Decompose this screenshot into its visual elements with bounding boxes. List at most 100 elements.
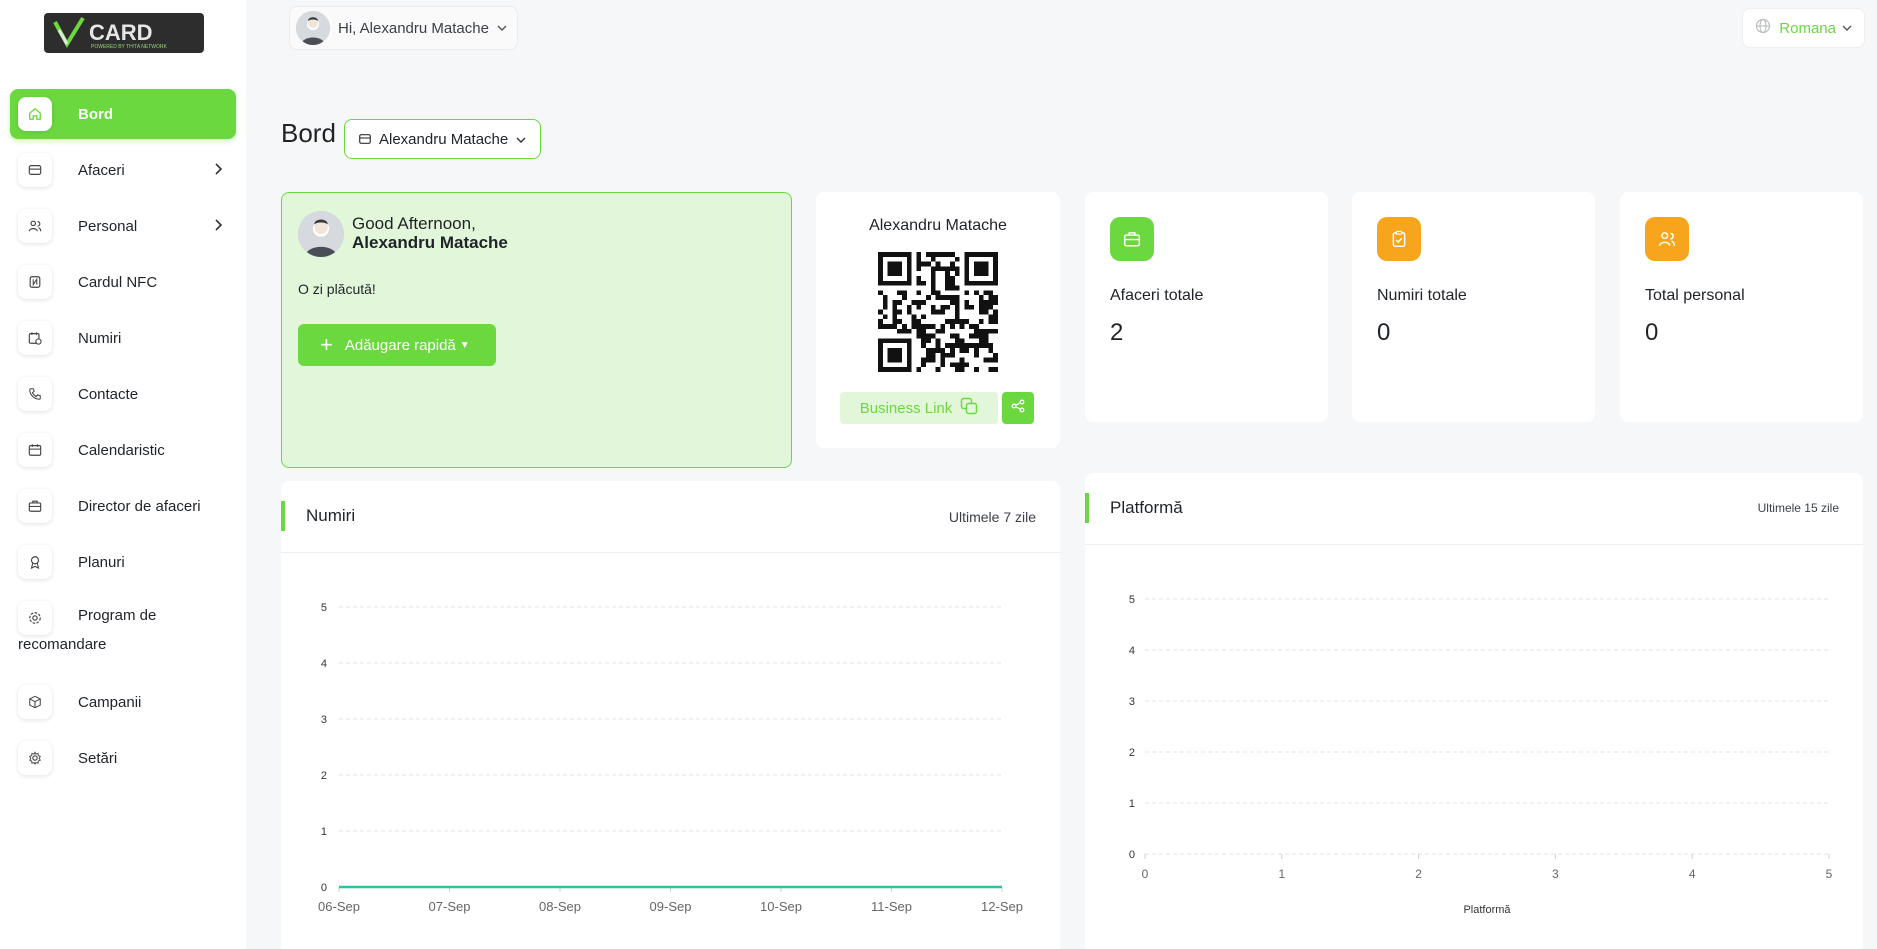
qr-module bbox=[930, 290, 936, 296]
qr-module bbox=[916, 367, 922, 372]
stat-card-total-businesses: Afaceri totale 2 bbox=[1085, 192, 1328, 422]
qr-module bbox=[993, 314, 998, 320]
brand-logo[interactable]: CARD POWERED BY TH!TA NETWORK bbox=[44, 13, 204, 53]
qr-module bbox=[916, 300, 922, 305]
qr-module bbox=[916, 256, 922, 262]
qr-module bbox=[954, 314, 960, 320]
qr-module bbox=[882, 295, 888, 300]
qr-module bbox=[926, 357, 931, 363]
qr-module bbox=[882, 300, 888, 305]
qr-module bbox=[930, 324, 936, 329]
qr-module bbox=[954, 333, 960, 339]
stat-card-total-staff: Total personal 0 bbox=[1620, 192, 1863, 422]
qr-module bbox=[959, 362, 965, 368]
y-tick-label: 3 bbox=[321, 714, 327, 726]
user-menu-button[interactable]: Hi, Alexandru Matache bbox=[289, 6, 518, 50]
qr-module bbox=[887, 324, 893, 329]
sidebar-item-referral-program[interactable]: Program de recomandare bbox=[10, 593, 236, 671]
sidebar-item-contacte[interactable]: Contacte bbox=[10, 369, 236, 419]
qr-module bbox=[954, 271, 960, 276]
qr-module bbox=[935, 252, 941, 257]
qr-module bbox=[926, 352, 931, 358]
qr-finder bbox=[974, 261, 989, 276]
logo-text: CARD bbox=[89, 20, 153, 45]
sidebar-item-setari[interactable]: Setări bbox=[10, 733, 236, 783]
language-label: Romana bbox=[1779, 19, 1836, 37]
x-tick-label: 12-Sep bbox=[981, 899, 1023, 914]
qr-module bbox=[988, 319, 994, 324]
sidebar-item-nfc-card[interactable]: Cardul NFC bbox=[10, 257, 236, 307]
qr-module bbox=[897, 309, 902, 315]
share-icon bbox=[1011, 399, 1025, 418]
stat-card-total-appointments: Numiri totale 0 bbox=[1352, 192, 1595, 422]
qr-module bbox=[930, 271, 936, 276]
qr-module bbox=[945, 304, 950, 310]
qr-module bbox=[916, 280, 922, 286]
business-link-button[interactable]: Business Link bbox=[840, 392, 998, 424]
qr-module bbox=[978, 328, 984, 334]
sidebar-item-campanii[interactable]: Campanii bbox=[10, 677, 236, 727]
qr-module bbox=[993, 309, 998, 315]
qr-module bbox=[974, 333, 979, 339]
qr-module bbox=[926, 261, 931, 267]
chevron-down-icon bbox=[497, 19, 507, 37]
qr-module bbox=[916, 319, 922, 324]
quick-add-button[interactable]: + Adăugare rapidă ▼ bbox=[298, 324, 496, 366]
qr-module bbox=[940, 252, 946, 257]
sidebar-item-label: Calendaristic bbox=[78, 441, 165, 459]
box-icon bbox=[18, 685, 52, 719]
qr-module bbox=[954, 304, 960, 310]
x-tick-label: 06-Sep bbox=[318, 899, 360, 914]
business-select-value: Alexandru Matache bbox=[379, 130, 509, 148]
x-tick-label: 4 bbox=[1689, 867, 1696, 881]
qr-module bbox=[993, 328, 998, 334]
appointments-chart-card: Numiri Ultimele 7 zile 0 1 2 3 4 5 06-Sep 07-Se… bbox=[281, 481, 1060, 949]
users-icon bbox=[1645, 217, 1689, 261]
qr-module bbox=[983, 328, 989, 334]
sidebar-item-label: Director de afaceri bbox=[78, 497, 201, 515]
qr-module bbox=[974, 367, 979, 372]
sidebar-item-business-directory[interactable]: Director de afaceri bbox=[10, 481, 236, 531]
sidebar-item-bord[interactable]: Bord bbox=[10, 89, 236, 139]
y-tick-label: 2 bbox=[321, 770, 327, 782]
qr-card: Alexandru Matache Business Link bbox=[816, 192, 1060, 448]
qr-module bbox=[892, 304, 898, 310]
sidebar-item-numiri[interactable]: Numiri bbox=[10, 313, 236, 363]
qr-module bbox=[892, 309, 898, 315]
y-tick-label: 5 bbox=[321, 602, 327, 614]
qr-module bbox=[921, 280, 926, 286]
qr-module bbox=[940, 357, 946, 363]
qr-module bbox=[945, 276, 950, 281]
qr-module bbox=[988, 295, 994, 300]
qr-module bbox=[930, 256, 936, 262]
qr-module bbox=[916, 304, 922, 310]
qr-module bbox=[892, 319, 898, 324]
sidebar-item-planuri[interactable]: Planuri bbox=[10, 537, 236, 587]
qr-module bbox=[916, 261, 922, 267]
qr-module bbox=[926, 338, 931, 344]
qr-module bbox=[878, 319, 883, 324]
qr-module bbox=[974, 290, 979, 296]
sidebar-item-afaceri[interactable]: Afaceri bbox=[10, 145, 236, 195]
greeting-card: Good Afternoon, Alexandru Matache O zi p… bbox=[281, 192, 792, 468]
chevron-down-icon bbox=[1842, 19, 1852, 37]
qr-module bbox=[906, 304, 912, 310]
qr-module bbox=[930, 252, 936, 257]
language-selector[interactable]: Romana bbox=[1742, 8, 1865, 48]
qr-module bbox=[921, 333, 926, 339]
sidebar-item-calendaristic[interactable]: Calendaristic bbox=[10, 425, 236, 475]
sidebar-item-personal[interactable]: Personal bbox=[10, 201, 236, 251]
phone-icon bbox=[18, 377, 52, 411]
qr-module bbox=[983, 357, 989, 363]
qr-module bbox=[950, 285, 955, 291]
sidebar-item-label: Bord bbox=[78, 105, 113, 123]
share-button[interactable] bbox=[1002, 392, 1034, 424]
business-select[interactable]: Alexandru Matache bbox=[344, 119, 542, 159]
qr-module bbox=[911, 300, 917, 305]
qr-module bbox=[988, 357, 994, 363]
qr-code[interactable] bbox=[878, 252, 998, 372]
qr-module bbox=[964, 348, 970, 353]
y-tick-label: 1 bbox=[321, 826, 327, 838]
qr-module bbox=[950, 319, 955, 324]
qr-module bbox=[945, 266, 950, 272]
